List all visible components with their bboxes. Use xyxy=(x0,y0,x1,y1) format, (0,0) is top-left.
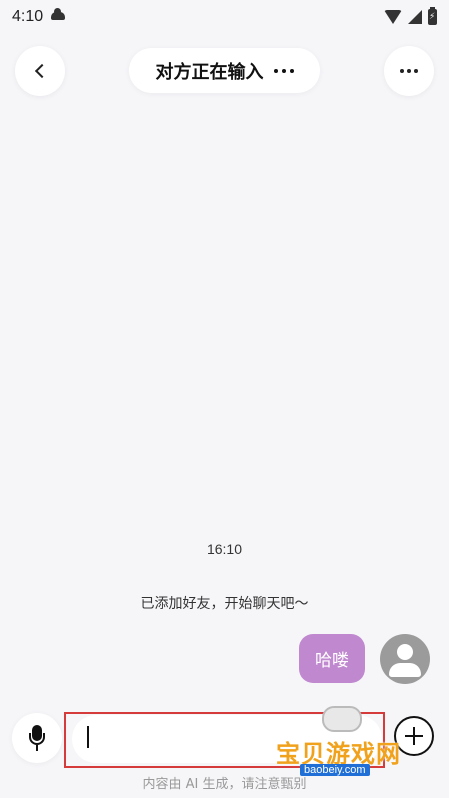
signal-icon xyxy=(408,10,422,24)
cloud-icon xyxy=(51,8,66,20)
user-avatar[interactable] xyxy=(380,634,430,684)
message-timestamp: 16:10 xyxy=(206,541,243,557)
microphone-icon xyxy=(29,725,45,751)
back-button[interactable] xyxy=(15,46,65,96)
status-time: 4:10 xyxy=(12,8,44,25)
wifi-icon xyxy=(384,10,402,24)
text-caret xyxy=(87,726,89,748)
add-attachment-button[interactable] xyxy=(394,716,434,756)
avatar-body xyxy=(389,663,421,677)
status-icons: ⚡ xyxy=(384,7,437,25)
battery-charging-glyph: ⚡ xyxy=(429,12,436,22)
more-dots-icon xyxy=(400,69,418,73)
system-message: 已添加好友，开始聊天吧～ xyxy=(140,596,309,612)
avatar-head xyxy=(397,644,413,660)
more-options-button[interactable] xyxy=(384,46,434,96)
typing-indicator-icon xyxy=(273,68,294,73)
message-input[interactable] xyxy=(72,715,382,763)
sent-message-bubble[interactable]: 哈喽 xyxy=(299,634,365,683)
battery-icon: ⚡ xyxy=(428,7,437,25)
chat-title: 对方正在输入 xyxy=(155,61,264,83)
chevron-left-icon xyxy=(34,63,50,79)
voice-input-button[interactable] xyxy=(12,713,62,763)
ai-disclaimer: 内容由 AI 生成，请注意甄别 xyxy=(142,777,307,792)
chat-title-pill: 对方正在输入 xyxy=(129,48,320,93)
status-bar: 4:10 ⚡ xyxy=(0,0,449,34)
